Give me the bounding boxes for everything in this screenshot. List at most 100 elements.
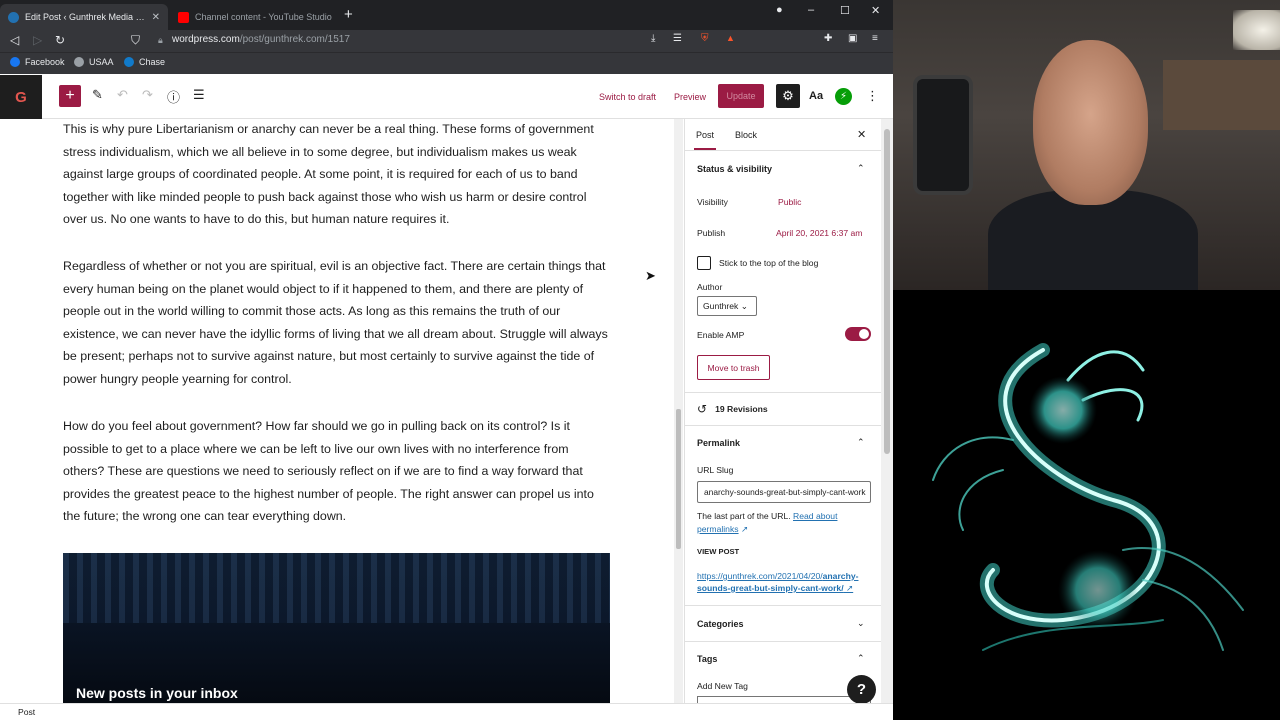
- url-host: wordpress.com: [172, 34, 240, 45]
- post-url-link[interactable]: https://gunthrek.com/2021/04/20/anarchy-…: [697, 570, 873, 594]
- revisions-link[interactable]: ↺ 19 Revisions: [697, 402, 768, 416]
- tab-block[interactable]: Block: [735, 130, 757, 140]
- update-button[interactable]: Update: [718, 84, 764, 108]
- history-icon: ↺: [697, 402, 708, 416]
- tab-title: Edit Post ‹ Gunthrek Media — W: [25, 12, 148, 22]
- help-button[interactable]: ?: [847, 675, 876, 704]
- more-options-icon[interactable]: ⋮: [866, 88, 879, 104]
- publish-date[interactable]: April 20, 2021 6:37 am: [776, 228, 862, 238]
- sidebar-scrollbar[interactable]: [881, 119, 893, 703]
- tab-youtube-studio[interactable]: Channel content - YouTube Studio: [170, 4, 340, 30]
- chevron-up-icon[interactable]: ⌃: [857, 163, 865, 174]
- chevron-down-icon: ⌄: [740, 301, 748, 311]
- list-view-icon[interactable]: ☰: [193, 87, 205, 103]
- switch-to-draft-button[interactable]: Switch to draft: [599, 92, 656, 102]
- address-bar: ◁ ▷ ↻ ⛉ 🔒︎ wordpress.com/post/gunthrek.c…: [0, 30, 893, 52]
- bookmark-chase[interactable]: Chase: [124, 57, 165, 67]
- site-logo[interactable]: G: [0, 75, 42, 119]
- bookmarks-bar: Facebook USAA Chase: [0, 52, 893, 74]
- preview-button[interactable]: Preview: [674, 92, 706, 102]
- categories-toggle[interactable]: Categories: [697, 619, 744, 629]
- url-slug-label: URL Slug: [697, 465, 734, 475]
- editor-scrollbar[interactable]: [674, 119, 683, 703]
- status-visibility-toggle[interactable]: Status & visibility: [697, 164, 772, 174]
- chevron-up-icon[interactable]: ⌃: [857, 437, 865, 448]
- url-slug-input[interactable]: anarchy-sounds-great-but-simply-cant-wor…: [697, 481, 871, 503]
- publish-label: Publish: [697, 228, 726, 238]
- close-tab-icon[interactable]: ✕: [152, 12, 160, 23]
- external-link-icon: ↗: [740, 524, 749, 534]
- divider: [685, 605, 881, 606]
- forward-icon[interactable]: ▷: [33, 33, 42, 47]
- close-window-icon[interactable]: ✕: [871, 4, 880, 17]
- profile-icon[interactable]: ●: [776, 4, 783, 16]
- breadcrumb-post[interactable]: Post: [18, 707, 35, 717]
- block-inserter-button[interactable]: +: [59, 85, 81, 107]
- bookmark-icon[interactable]: ⛉: [131, 33, 140, 48]
- settings-gear-icon[interactable]: ⚙: [776, 84, 800, 108]
- amp-toggle[interactable]: [845, 327, 871, 341]
- paragraph-block[interactable]: Regardless of whether or not you are spi…: [63, 255, 613, 391]
- pencil-icon[interactable]: ✎: [92, 87, 103, 103]
- undo-icon[interactable]: ↶: [117, 87, 128, 103]
- install-icon[interactable]: ⤓: [651, 33, 655, 44]
- bookmark-label: Chase: [139, 57, 166, 67]
- redo-icon[interactable]: ↷: [142, 87, 153, 103]
- bookmark-label: Facebook: [25, 57, 65, 67]
- chase-icon: [124, 57, 134, 67]
- visibility-value[interactable]: Public: [778, 197, 801, 207]
- divider: [685, 641, 881, 642]
- background-cabinet: [1163, 60, 1280, 130]
- reload-icon[interactable]: ↻: [55, 33, 65, 47]
- facebook-icon: [10, 57, 20, 67]
- author-value: Gunthrek: [703, 301, 739, 311]
- permalink-help: The last part of the URL. Read about per…: [697, 510, 873, 536]
- browser-window: Edit Post ‹ Gunthrek Media — W ✕ Channel…: [0, 0, 893, 720]
- chevron-up-icon[interactable]: ⌃: [857, 653, 865, 664]
- typography-button[interactable]: Aa: [809, 90, 823, 102]
- author-label: Author: [697, 282, 723, 292]
- external-link-icon: ↗: [845, 583, 854, 593]
- info-icon[interactable]: ⓘ: [167, 87, 180, 106]
- back-icon[interactable]: ◁: [10, 33, 19, 47]
- scroll-thumb[interactable]: [676, 409, 681, 549]
- tags-toggle[interactable]: Tags: [697, 654, 717, 664]
- dragon-swirl-image: [932, 343, 1244, 651]
- paragraph-block[interactable]: How do you feel about government? How fa…: [63, 415, 613, 528]
- author-select[interactable]: Gunthrek ⌄: [697, 296, 757, 316]
- reader-icon[interactable]: ☰: [673, 33, 682, 44]
- minimize-icon[interactable]: –: [808, 4, 814, 16]
- brave-shield-icon[interactable]: ⛨: [701, 33, 709, 44]
- url-path: /post/gunthrek.com/1517: [239, 34, 350, 45]
- editor-canvas: This is why pure Libertarianism or anarc…: [0, 119, 684, 703]
- extensions-icon[interactable]: ✚: [824, 33, 832, 44]
- new-tab-button[interactable]: +: [344, 6, 353, 23]
- url-field[interactable]: wordpress.com/post/gunthrek.com/1517: [172, 34, 350, 45]
- close-sidebar-icon[interactable]: ✕: [857, 128, 866, 141]
- sticky-checkbox[interactable]: [697, 256, 711, 270]
- sticky-label: Stick to the top of the blog: [719, 258, 819, 268]
- bookmark-usaa[interactable]: USAA: [74, 57, 114, 67]
- jetpack-icon[interactable]: ⚡: [835, 88, 852, 105]
- wallet-icon[interactable]: ▣: [848, 33, 857, 44]
- paragraph-block[interactable]: This is why pure Libertarianism or anarc…: [63, 119, 613, 231]
- move-to-trash-button[interactable]: Move to trash: [697, 355, 770, 380]
- tab-post[interactable]: Post: [693, 130, 717, 150]
- tag-input[interactable]: [697, 696, 871, 703]
- subscribe-banner-image[interactable]: New posts in your inbox: [63, 553, 610, 703]
- bookmark-label: USAA: [89, 57, 114, 67]
- flame-pattern: [63, 553, 610, 623]
- bookmark-facebook[interactable]: Facebook: [10, 57, 65, 67]
- add-tag-label: Add New Tag: [697, 681, 748, 691]
- chevron-down-icon[interactable]: ⌄: [857, 618, 865, 629]
- menu-icon[interactable]: ≡: [872, 33, 878, 44]
- sidebar-tabs: Post Block ✕: [685, 119, 881, 151]
- maximize-icon[interactable]: ☐: [840, 4, 850, 17]
- editor-toolbar: G + ✎ ↶ ↷ ⓘ ☰ Switch to draft Preview Up…: [0, 75, 893, 119]
- permalink-toggle[interactable]: Permalink: [697, 438, 740, 448]
- tab-edit-post[interactable]: Edit Post ‹ Gunthrek Media — W ✕: [0, 4, 168, 30]
- webcam-feed: [893, 0, 1280, 290]
- brave-rewards-icon[interactable]: ▲: [726, 33, 735, 43]
- scroll-thumb[interactable]: [884, 129, 890, 454]
- toggle-knob: [859, 329, 869, 339]
